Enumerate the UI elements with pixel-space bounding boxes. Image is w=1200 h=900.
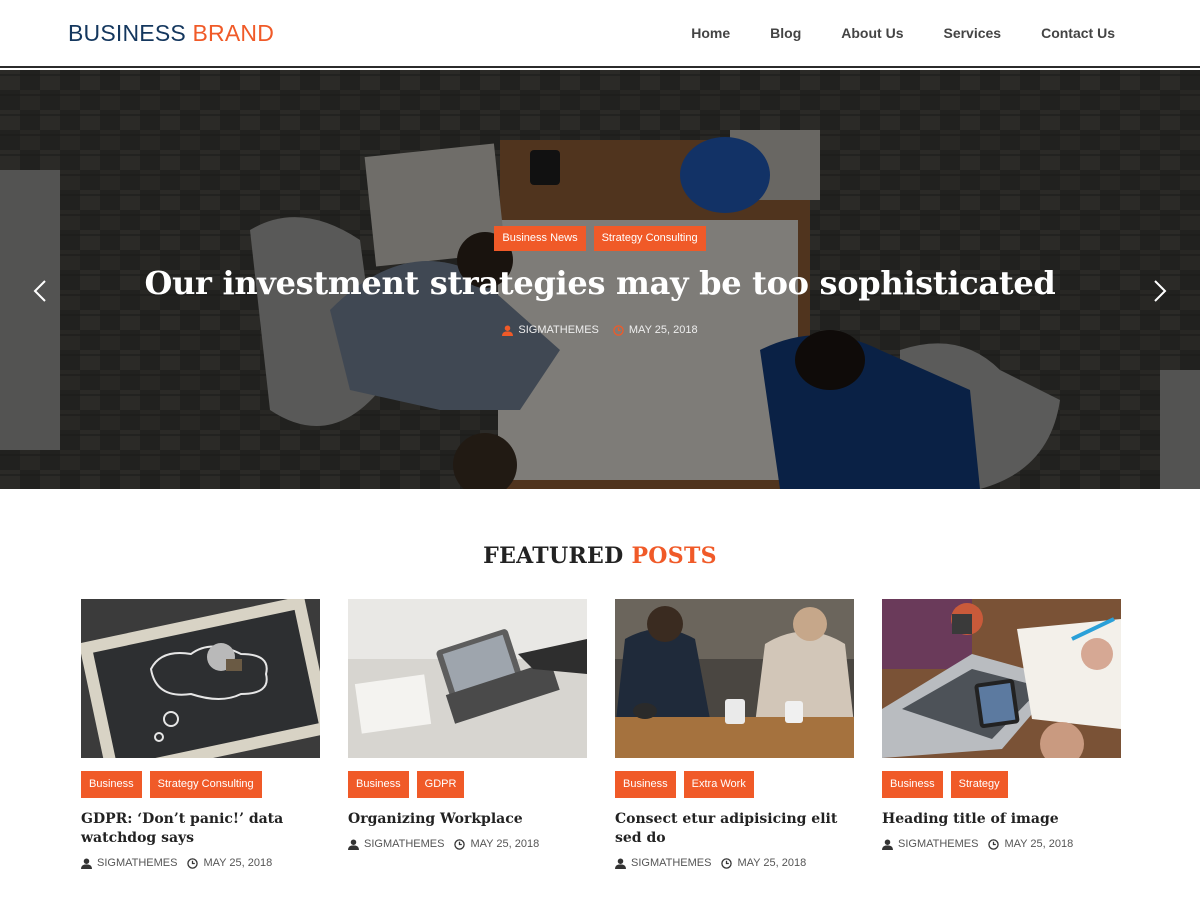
featured-posts-heading: FEATURED POSTS — [0, 543, 1200, 569]
nav-blog[interactable]: Blog — [770, 25, 801, 41]
post-author[interactable]: SIGMATHEMES — [615, 857, 711, 869]
featured-posts-grid: Business Strategy Consulting GDPR: ‘Don’… — [81, 599, 1121, 869]
slider-next-button[interactable] — [1148, 276, 1172, 306]
post-categories: Business Extra Work — [615, 771, 854, 798]
clock-icon — [613, 324, 624, 336]
hero-date[interactable]: MAY 25, 2018 — [613, 324, 698, 336]
post-title[interactable]: Heading title of image — [882, 810, 1121, 829]
hero-category-tag[interactable]: Strategy Consulting — [593, 226, 706, 251]
post-thumbnail[interactable] — [615, 599, 854, 758]
clock-icon — [187, 857, 199, 869]
featured-title-part2: POSTS — [631, 543, 717, 569]
clock-icon — [454, 838, 466, 850]
post-categories: Business GDPR — [348, 771, 587, 798]
nav-contact-us[interactable]: Contact Us — [1041, 25, 1115, 41]
post-author[interactable]: SIGMATHEMES — [882, 838, 978, 850]
user-icon — [882, 838, 893, 850]
post-category-tag[interactable]: Business — [882, 771, 943, 798]
post-card: Business Extra Work Consect etur adipisi… — [615, 599, 854, 869]
post-date[interactable]: MAY 25, 2018 — [988, 838, 1073, 850]
user-icon — [81, 857, 92, 869]
user-icon — [615, 857, 626, 869]
post-author-name: SIGMATHEMES — [631, 857, 712, 869]
post-author-name: SIGMATHEMES — [898, 838, 979, 850]
post-thumbnail[interactable] — [348, 599, 587, 758]
post-date-text: MAY 25, 2018 — [203, 857, 273, 869]
post-categories: Business Strategy — [882, 771, 1121, 798]
hero-category-tag[interactable]: Business News — [494, 226, 586, 251]
post-author-name: SIGMATHEMES — [97, 857, 178, 869]
featured-title-part1: FEATURED — [483, 543, 624, 569]
post-meta: SIGMATHEMES MAY 25, 2018 — [615, 857, 854, 869]
post-title[interactable]: GDPR: ‘Don’t panic!’ data watchdog says — [81, 810, 320, 848]
post-thumbnail[interactable] — [882, 599, 1121, 758]
hero-meta: SIGMATHEMES MAY 25, 2018 — [0, 324, 1200, 336]
nav-home[interactable]: Home — [691, 25, 730, 41]
hero-categories: Business News Strategy Consulting — [0, 226, 1200, 251]
post-date[interactable]: MAY 25, 2018 — [187, 857, 272, 869]
logo-part1: BUSINESS — [68, 20, 186, 46]
post-categories: Business Strategy Consulting — [81, 771, 320, 798]
post-category-tag[interactable]: Extra Work — [683, 771, 754, 798]
chevron-right-icon — [1154, 280, 1167, 302]
clock-icon — [988, 838, 1000, 850]
post-card: Business Strategy Consulting GDPR: ‘Don’… — [81, 599, 320, 869]
user-icon — [502, 324, 514, 336]
post-category-tag[interactable]: Business — [348, 771, 409, 798]
post-card: Business GDPR Organizing Workplace SIGMA… — [348, 599, 587, 869]
hero-slider: Business News Strategy Consulting Our in… — [0, 70, 1200, 489]
post-category-tag[interactable]: Business — [615, 771, 676, 798]
post-date-text: MAY 25, 2018 — [470, 838, 540, 850]
clock-icon — [721, 857, 733, 869]
hero-author[interactable]: SIGMATHEMES — [502, 324, 599, 336]
nav-services[interactable]: Services — [943, 25, 1001, 41]
post-meta: SIGMATHEMES MAY 25, 2018 — [348, 838, 587, 850]
post-category-tag[interactable]: GDPR — [416, 771, 465, 798]
post-date-text: MAY 25, 2018 — [737, 857, 807, 869]
post-meta: SIGMATHEMES MAY 25, 2018 — [81, 857, 320, 869]
hero-date-text: MAY 25, 2018 — [628, 324, 698, 336]
slider-prev-button[interactable] — [28, 276, 52, 306]
site-header: BUSINESS BRAND Home Blog About Us Servic… — [0, 0, 1200, 68]
post-thumbnail[interactable] — [81, 599, 320, 758]
post-author[interactable]: SIGMATHEMES — [348, 838, 444, 850]
chevron-left-icon — [33, 280, 46, 302]
main-nav: Home Blog About Us Services Contact Us — [691, 25, 1115, 41]
post-author[interactable]: SIGMATHEMES — [81, 857, 177, 869]
nav-about-us[interactable]: About Us — [841, 25, 903, 41]
hero-title[interactable]: Our investment strategies may be too sop… — [0, 264, 1200, 302]
hero-author-name: SIGMATHEMES — [518, 324, 599, 336]
post-date-text: MAY 25, 2018 — [1004, 838, 1074, 850]
post-date[interactable]: MAY 25, 2018 — [721, 857, 806, 869]
post-category-tag[interactable]: Strategy Consulting — [149, 771, 262, 798]
post-category-tag[interactable]: Strategy — [950, 771, 1008, 798]
post-title[interactable]: Organizing Workplace — [348, 810, 587, 829]
post-title[interactable]: Consect etur adipisicing elit sed do — [615, 810, 854, 848]
user-icon — [348, 838, 359, 850]
post-date[interactable]: MAY 25, 2018 — [454, 838, 539, 850]
logo-part2: BRAND — [192, 20, 275, 46]
post-author-name: SIGMATHEMES — [364, 838, 445, 850]
post-category-tag[interactable]: Business — [81, 771, 142, 798]
post-card: Business Strategy Heading title of image… — [882, 599, 1121, 869]
site-logo[interactable]: BUSINESS BRAND — [68, 20, 274, 47]
post-meta: SIGMATHEMES MAY 25, 2018 — [882, 838, 1121, 850]
